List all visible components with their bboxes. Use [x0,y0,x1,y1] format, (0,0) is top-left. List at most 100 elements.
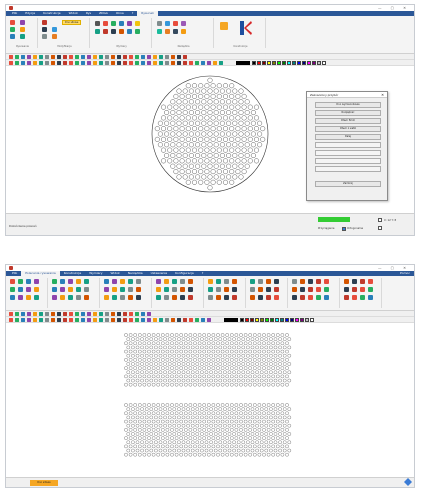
ribbon-button[interactable] [156,287,161,292]
toolbar-button[interactable] [81,61,85,65]
polyline-icon[interactable] [20,20,25,25]
ribbon-button[interactable] [112,279,117,284]
ribbon-button[interactable] [68,287,73,292]
toolbar-button[interactable] [69,312,73,316]
ribbon-button[interactable] [84,279,89,284]
ribbon-button[interactable] [188,287,193,292]
color-swatch[interactable] [297,61,301,65]
ribbon-button[interactable] [164,279,169,284]
ribbon-button[interactable] [104,287,109,292]
rotate-icon[interactable] [42,34,47,39]
toolbar-button[interactable] [15,312,19,316]
circle-icon[interactable] [10,34,15,39]
toolbar-button[interactable] [93,55,97,59]
toolbar-button[interactable] [123,61,127,65]
ribbon-button[interactable] [84,295,89,300]
toolbar-button[interactable] [51,312,55,316]
hatch-icon[interactable] [135,21,140,26]
toolbar-button[interactable] [57,318,61,322]
ribbon-button[interactable] [18,279,23,284]
ribbon-button[interactable] [76,279,81,284]
ribbon-button[interactable] [258,295,263,300]
toolbar-button[interactable] [33,55,37,59]
color-swatch[interactable] [300,318,304,322]
toolbar-button[interactable] [9,312,13,316]
toolbar-button[interactable] [135,312,139,316]
toolbar-button[interactable] [111,55,115,59]
ribbon-button[interactable] [172,287,177,292]
window-controls[interactable]: — ▢ ✕ [378,266,410,270]
toolbar-button[interactable] [27,61,31,65]
text-icon[interactable] [20,34,25,39]
toolbar-button[interactable] [171,318,175,322]
toolbar-button[interactable] [111,318,115,322]
ribbon-button[interactable] [324,295,329,300]
toolbar-button[interactable] [87,318,91,322]
toolbar-button[interactable] [207,318,211,322]
toolbar-button[interactable] [147,61,151,65]
ribbon-button[interactable] [26,295,31,300]
color-swatch[interactable] [257,61,261,65]
option-checkbox-b[interactable] [378,226,382,230]
color-swatch[interactable] [250,318,254,322]
toolbar-button[interactable] [39,312,43,316]
ribbon-button[interactable] [60,279,65,284]
toolbar-button[interactable] [9,318,13,322]
ribbon-button[interactable] [224,279,229,284]
toolbar-button[interactable] [141,55,145,59]
ribbon-button[interactable] [308,287,313,292]
toolbar-button[interactable] [159,61,163,65]
pan-icon[interactable] [181,29,186,34]
ribbon-button[interactable] [164,295,169,300]
ribbon-button[interactable] [34,287,39,292]
toolbar-button[interactable] [33,318,37,322]
toolbar-button[interactable] [81,318,85,322]
ribbon-button[interactable] [352,295,357,300]
ribbon-button[interactable] [292,279,297,284]
ribbon-button[interactable] [112,295,117,300]
ribbon-button[interactable] [26,279,31,284]
extend-icon[interactable] [103,29,108,34]
toolbar-button[interactable] [123,318,127,322]
ribbon-button[interactable] [188,295,193,300]
toolbar-button[interactable] [153,61,157,65]
toolbar-button[interactable] [57,312,61,316]
toolbar-button[interactable] [141,318,145,322]
measure-icon[interactable] [157,21,162,26]
ribbon-button[interactable] [360,279,365,284]
color-swatch[interactable] [262,61,266,65]
ribbon-button[interactable] [316,295,321,300]
ribbon-button[interactable] [10,279,15,284]
offset-icon[interactable] [127,29,132,34]
ribbon-button[interactable] [232,295,237,300]
toolbar-button[interactable] [27,318,31,322]
toolbar-button[interactable] [177,61,181,65]
ribbon-button[interactable] [128,295,133,300]
ribbon-button[interactable] [360,295,365,300]
drawing-canvas[interactable] [6,323,414,479]
move-icon[interactable] [42,20,47,25]
toolbar-button[interactable] [81,312,85,316]
dimension-angle-icon[interactable] [103,21,108,26]
line-type-field[interactable] [236,61,250,65]
toolbar-button[interactable] [105,55,109,59]
ribbon-button[interactable] [18,287,23,292]
ribbon-button[interactable] [224,287,229,292]
close-icon[interactable]: ✕ [381,92,384,98]
ribbon-button[interactable] [164,287,169,292]
color-swatch[interactable] [282,61,286,65]
toolbar-button[interactable] [213,61,217,65]
ribbon-button[interactable] [274,295,279,300]
dialog-button-5[interactable]: Dalej [315,134,381,140]
dialog-button-7[interactable] [315,150,381,156]
toolbar-button[interactable] [177,318,181,322]
ribbon-button[interactable] [300,295,305,300]
toolbar-button[interactable] [147,312,151,316]
toolbar-button[interactable] [129,318,133,322]
ribbon-button[interactable] [52,279,57,284]
toolbar-button[interactable] [201,318,205,322]
ortho-checkbox[interactable] [342,227,346,231]
toolbar-button[interactable] [117,312,121,316]
ribbon-button[interactable] [292,287,297,292]
toolbar-button[interactable] [75,318,79,322]
